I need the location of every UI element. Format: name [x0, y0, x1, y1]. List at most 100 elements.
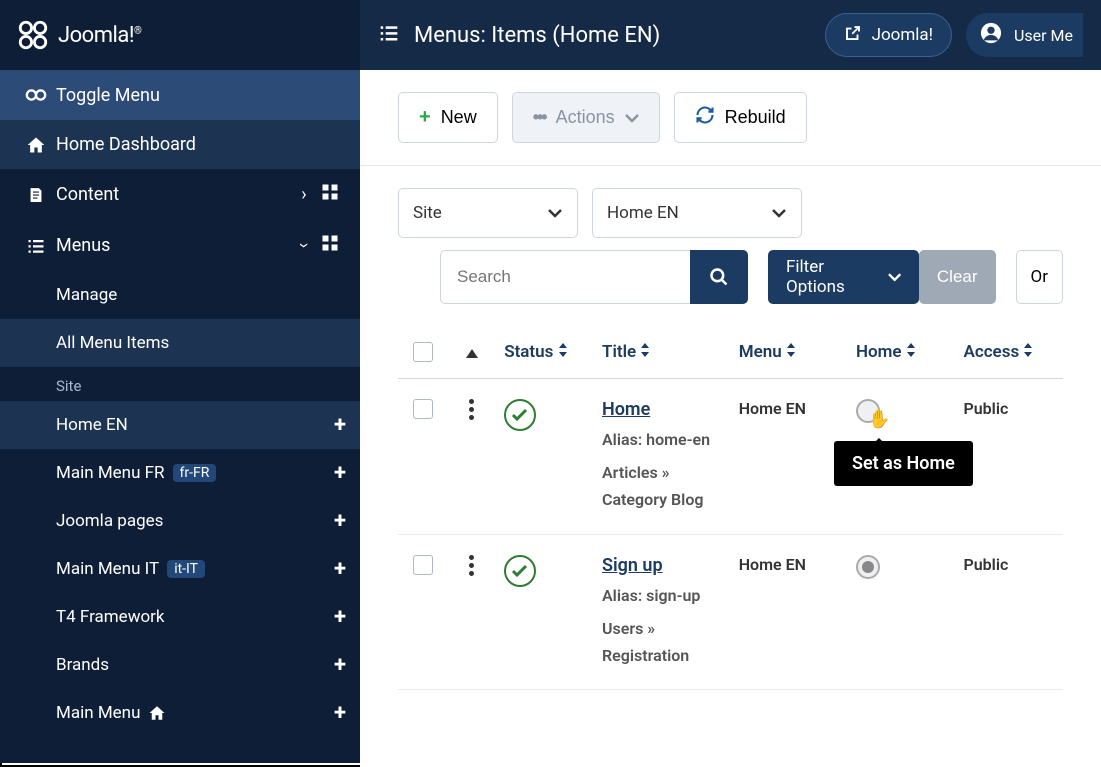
submenu-brands[interactable]: Brands +	[0, 641, 360, 689]
home-header[interactable]: Home	[848, 342, 956, 362]
menu-select[interactable]: Home EN	[592, 188, 802, 238]
sort-caret-icon	[466, 349, 478, 358]
set-home-toggle[interactable]: ✋ Set as Home	[856, 399, 880, 423]
submenu-main-menu[interactable]: Main Menu +	[0, 689, 360, 737]
chevron-down-icon: ›	[294, 234, 315, 258]
status-header[interactable]: Status	[496, 342, 594, 362]
filter-options-button[interactable]: Filter Options	[768, 250, 919, 304]
fr-badge: fr-FR	[173, 464, 217, 482]
items-grid: Status Title Menu Home Access Home Alias…	[360, 326, 1101, 690]
plus-icon[interactable]: +	[334, 509, 346, 534]
cursor-hand-icon: ✋	[868, 409, 890, 430]
submenu-main-fr[interactable]: Main Menu FRfr-FR+	[0, 449, 360, 497]
main-menu-label: Main Menu	[56, 703, 140, 723]
filter-options-label: Filter Options	[786, 257, 882, 297]
list-icon	[378, 23, 400, 47]
item-title-link[interactable]: Home	[602, 399, 650, 420]
user-btn-label: User Me	[1014, 26, 1073, 45]
all-items-label: All Menu Items	[56, 333, 169, 353]
home-star-icon	[148, 704, 166, 722]
item-title-link[interactable]: Sign up	[602, 555, 663, 576]
submenu-t4[interactable]: T4 Framework +	[0, 593, 360, 641]
user-menu[interactable]: User Me	[966, 13, 1083, 57]
dashboard-grid-icon[interactable]	[316, 183, 344, 206]
user-icon	[980, 22, 1002, 48]
set-home-toggle[interactable]	[856, 555, 880, 579]
item-alias: Alias: home-en	[602, 426, 723, 453]
select-all-cell	[398, 342, 447, 362]
item-menu: Home EN	[739, 399, 806, 418]
brands-label: Brands	[56, 655, 109, 675]
t4-label: T4 Framework	[56, 607, 165, 627]
submenu-all-items[interactable]: All Menu Items	[0, 319, 360, 367]
table-row: Sign up Alias: sign-up Users » Registrat…	[398, 535, 1063, 691]
new-button[interactable]: +New	[398, 92, 498, 143]
refresh-icon	[695, 105, 715, 130]
toolbar: +New ••• Actions Rebuild	[360, 70, 1101, 166]
logo-text: Joomla!®	[58, 23, 141, 48]
dots-icon: •••	[533, 107, 546, 128]
menu-header[interactable]: Menu	[731, 342, 848, 362]
header: Menus: Items (Home EN) Joomla! User Me	[360, 0, 1101, 70]
chevron-down-icon	[625, 107, 639, 128]
submenu-home-en[interactable]: Home EN+	[0, 401, 360, 449]
sidebar: Joomla!® Toggle Menu Home Dashboard Cont…	[0, 0, 360, 763]
site-select[interactable]: Site	[398, 188, 578, 238]
manage-label: Manage	[56, 285, 117, 305]
joomla-site-link[interactable]: Joomla!	[825, 13, 952, 57]
plus-icon[interactable]: +	[334, 653, 346, 678]
actions-label: Actions	[556, 107, 615, 128]
access-header[interactable]: Access	[955, 342, 1063, 362]
content-label: Content	[56, 184, 292, 205]
status-published-icon[interactable]	[504, 399, 536, 431]
toggle-icon	[16, 84, 56, 106]
joomla-btn-label: Joomla!	[872, 25, 933, 45]
nav-content[interactable]: Content ›	[0, 169, 360, 220]
menu-select-value: Home EN	[607, 203, 679, 223]
item-alias: Alias: sign-up	[602, 582, 723, 609]
sort-order-header[interactable]	[447, 343, 496, 362]
filter-row-selects: Site Home EN	[360, 166, 1101, 250]
rebuild-button[interactable]: Rebuild	[674, 92, 807, 143]
nav-home-dashboard[interactable]: Home Dashboard	[0, 120, 360, 169]
plus-icon[interactable]: +	[334, 461, 346, 486]
search-button[interactable]	[690, 250, 748, 304]
plus-icon[interactable]: +	[334, 605, 346, 630]
actions-button[interactable]: ••• Actions	[512, 92, 660, 143]
rebuild-label: Rebuild	[725, 107, 786, 128]
item-menu: Home EN	[739, 555, 806, 574]
home-icon	[16, 135, 56, 155]
site-section-label: Site	[0, 367, 360, 401]
submenu-manage[interactable]: Manage	[0, 271, 360, 319]
joomla-logo-icon	[16, 18, 50, 52]
item-crumb: Users » Registration	[602, 615, 723, 669]
main-content: +New ••• Actions Rebuild Site Home EN Fil…	[360, 70, 1101, 767]
dashboard-grid-icon[interactable]	[316, 234, 344, 257]
row-actions-menu[interactable]	[455, 555, 488, 576]
submenu-joomla-pages[interactable]: Joomla pages+	[0, 497, 360, 545]
plus-icon[interactable]: +	[334, 701, 346, 726]
toggle-menu[interactable]: Toggle Menu	[0, 70, 360, 120]
nav-menus[interactable]: Menus ›	[0, 220, 360, 271]
page-title: Menus: Items (Home EN)	[414, 23, 815, 48]
plus-icon[interactable]: +	[334, 557, 346, 582]
item-access: Public	[963, 399, 1008, 418]
content-icon	[16, 185, 56, 205]
plus-icon[interactable]: +	[334, 413, 346, 438]
filter-row-search: Filter Options Clear Or	[360, 250, 1101, 326]
chevron-down-icon	[771, 208, 787, 218]
chevron-down-icon	[547, 208, 563, 218]
search-input[interactable]	[440, 250, 690, 304]
grid-header: Status Title Menu Home Access	[398, 326, 1063, 379]
it-badge: it-IT	[167, 560, 205, 578]
clear-button[interactable]: Clear	[919, 250, 996, 304]
row-checkbox[interactable]	[413, 555, 433, 575]
status-published-icon[interactable]	[504, 555, 536, 587]
row-checkbox[interactable]	[413, 399, 433, 419]
select-all-checkbox[interactable]	[413, 342, 433, 362]
chevron-right-icon: ›	[292, 184, 316, 205]
row-actions-menu[interactable]	[455, 399, 488, 420]
ordering-select[interactable]: Or	[1016, 250, 1063, 304]
submenu-main-it[interactable]: Main Menu ITit-IT+	[0, 545, 360, 593]
title-header[interactable]: Title	[594, 342, 731, 362]
